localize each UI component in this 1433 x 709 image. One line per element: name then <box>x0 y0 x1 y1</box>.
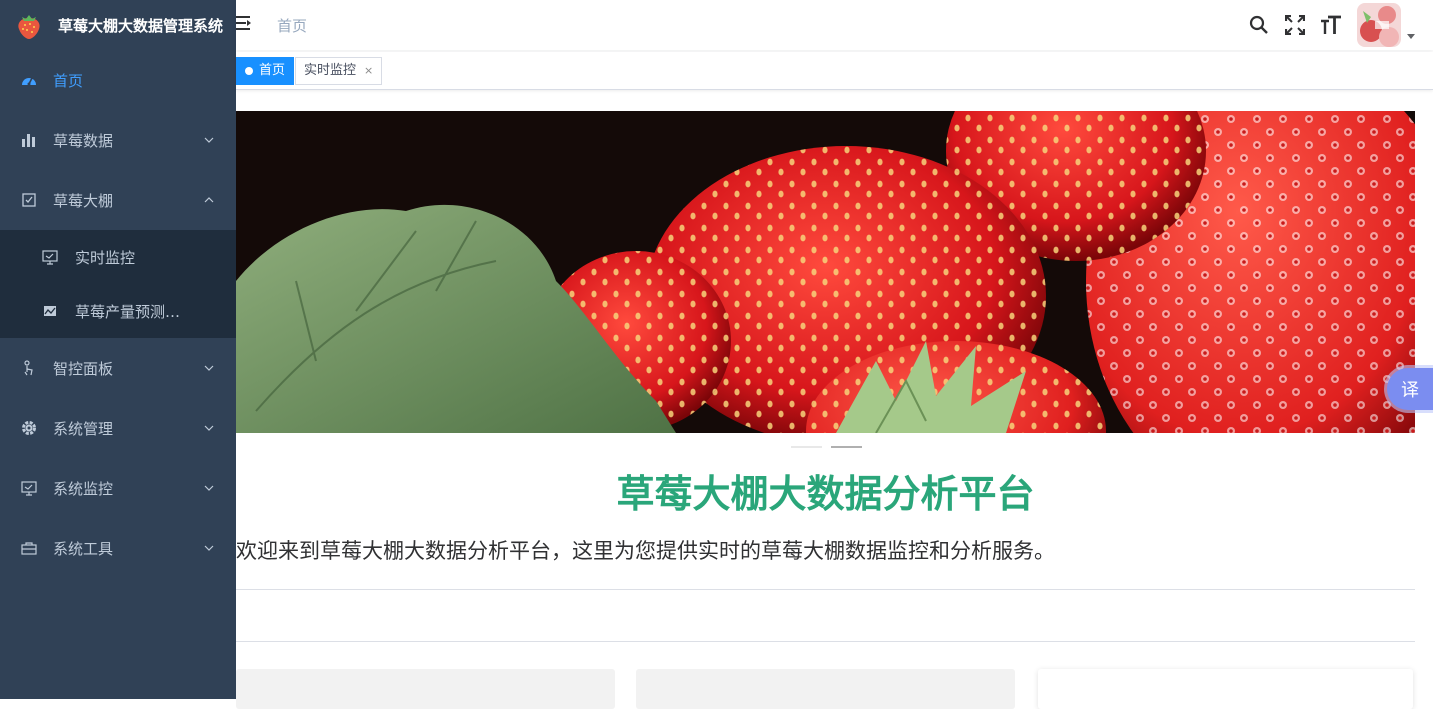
active-dot-icon <box>245 67 253 75</box>
tag-label: 首页 <box>259 63 286 78</box>
search-icon[interactable] <box>1247 13 1271 37</box>
gear-icon <box>20 419 38 437</box>
close-icon[interactable]: × <box>364 58 373 84</box>
chevron-down-icon <box>204 543 214 553</box>
sidebar-item-label: 系统工具 <box>53 539 114 558</box>
breadcrumb: 首页 <box>277 17 308 35</box>
navbar: 首页 <box>236 0 1433 50</box>
chevron-down-icon <box>204 135 214 145</box>
divider <box>236 589 1415 590</box>
sidebar-item-system-tools[interactable]: 系统工具 <box>0 518 236 578</box>
chevron-down-icon <box>204 423 214 433</box>
dashboard-card <box>636 669 1015 709</box>
divider <box>236 641 1415 642</box>
banner-image <box>236 111 1415 433</box>
chart-image-icon <box>42 303 58 319</box>
dashboard-card <box>1038 669 1413 709</box>
sidebar-item-smart-control[interactable]: 智控面板 <box>0 338 236 398</box>
welcome-text: 欢迎来到草莓大棚大数据分析平台，这里为您提供实时的草莓大棚数据监控和分析服务。 <box>236 539 1055 563</box>
bar-chart-icon <box>20 131 38 149</box>
sidebar-item-label: 智控面板 <box>53 359 114 378</box>
monitor-icon <box>20 479 38 497</box>
avatar[interactable] <box>1357 3 1401 47</box>
tag-realtime-monitor[interactable]: 实时监控 × <box>295 57 383 85</box>
tag-home[interactable]: 首页 <box>236 57 295 85</box>
sidebar-item-system-management[interactable]: 系统管理 <box>0 398 236 458</box>
caret-down-icon[interactable] <box>1407 33 1415 39</box>
dashboard-card <box>236 669 615 709</box>
page-title: 草莓大棚大数据分析平台 <box>616 472 1035 516</box>
navbar-right-menu <box>1235 0 1415 50</box>
monitor-icon <box>42 249 58 265</box>
sidebar: 草莓大棚大数据管理系统 首页 草莓数据 草莓大棚 实时监控 草莓产量预测… 智控… <box>0 0 236 699</box>
sidebar-item-yield-forecast[interactable]: 草莓产量预测… <box>0 284 236 338</box>
carousel-indicator-active[interactable] <box>831 446 862 448</box>
font-size-icon[interactable] <box>1319 13 1343 37</box>
sidebar-item-label: 系统监控 <box>53 479 114 498</box>
sidebar-subitem-label: 实时监控 <box>75 248 136 267</box>
logo-area[interactable]: 草莓大棚大数据管理系统 <box>0 0 236 50</box>
sidebar-item-label: 系统管理 <box>53 419 114 438</box>
translate-button[interactable]: 译 <box>1387 368 1433 410</box>
chevron-down-icon <box>204 363 214 373</box>
sidebar-item-label: 首页 <box>53 71 84 90</box>
strawberry-logo-icon <box>18 15 40 39</box>
sidebar-item-realtime-monitor[interactable]: 实时监控 <box>0 230 236 284</box>
chevron-down-icon <box>204 483 214 493</box>
hamburger-icon[interactable] <box>236 14 252 32</box>
greenhouse-submenu: 实时监控 草莓产量预测… <box>0 230 236 338</box>
dashboard-icon <box>20 71 38 89</box>
chevron-up-icon <box>204 195 214 205</box>
pointer-icon <box>20 359 38 377</box>
app-title: 草莓大棚大数据管理系统 <box>58 16 224 35</box>
sidebar-item-label: 草莓大棚 <box>53 191 114 210</box>
checkbox-icon <box>20 191 38 209</box>
sidebar-item-label: 草莓数据 <box>53 131 114 150</box>
toolbox-icon <box>20 539 38 557</box>
fullscreen-icon[interactable] <box>1283 13 1307 37</box>
carousel-indicator[interactable] <box>791 446 822 448</box>
sidebar-item-greenhouse[interactable]: 草莓大棚 <box>0 170 236 230</box>
tags-view: 首页 实时监控 × <box>236 52 1433 90</box>
tag-label: 实时监控 <box>304 63 357 78</box>
sidebar-item-strawberry-data[interactable]: 草莓数据 <box>0 110 236 170</box>
strawberry-banner-image <box>236 111 1415 433</box>
sidebar-item-home[interactable]: 首页 <box>0 50 236 110</box>
sidebar-subitem-label: 草莓产量预测… <box>75 302 181 321</box>
sidebar-item-system-monitor[interactable]: 系统监控 <box>0 458 236 518</box>
